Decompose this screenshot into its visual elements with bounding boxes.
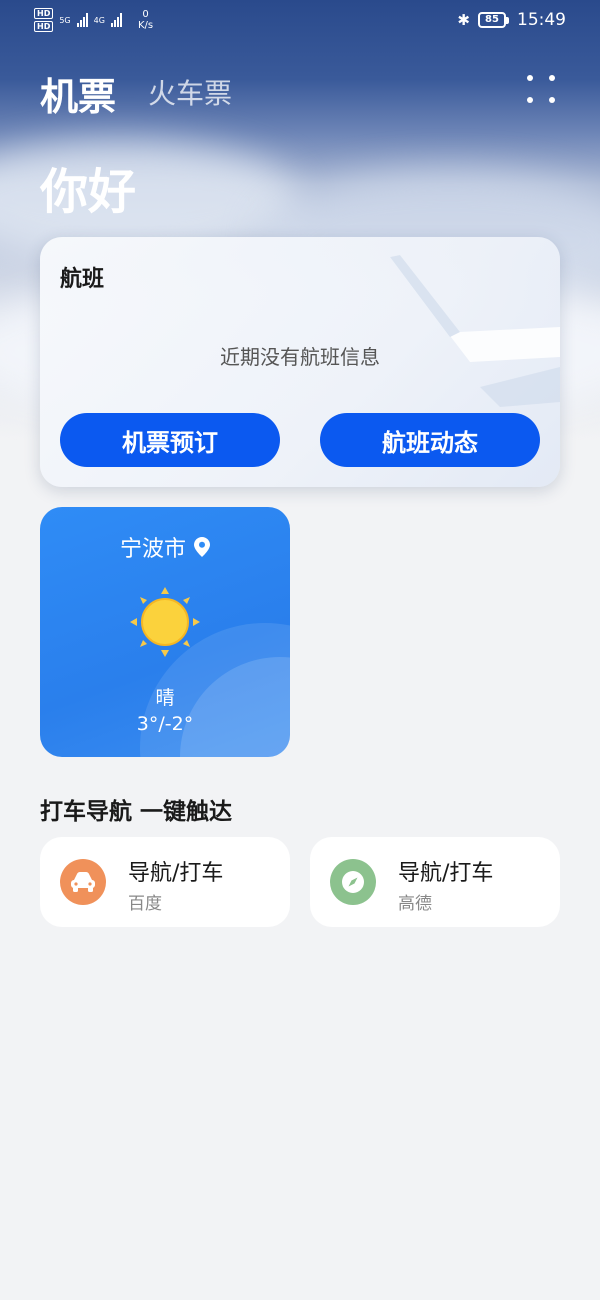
flight-status-button[interactable]: 航班动态: [320, 413, 540, 467]
speed-value: 0: [142, 9, 149, 20]
signal-icon: [76, 13, 88, 27]
status-bar: HD HD 5G 4G 0 K/s ✱ 85 15:49: [0, 0, 600, 44]
nav-provider: 高德: [398, 894, 432, 914]
network-type: 5G: [59, 15, 71, 25]
bluetooth-icon: ✱: [457, 11, 470, 29]
greeting: 你好: [40, 164, 137, 220]
signal-icon: [110, 13, 122, 27]
battery-icon: 85: [478, 12, 509, 28]
car-icon: [60, 859, 106, 905]
flight-card: 航班 近期没有航班信息 机票预订 航班动态: [40, 237, 560, 487]
status-left: HD HD 5G 4G 0 K/s: [34, 8, 153, 32]
weather-location: 宁波市: [40, 531, 290, 563]
network-speed: 0 K/s: [138, 9, 153, 31]
amap-nav-card[interactable]: 导航/打车 高德: [310, 837, 560, 927]
card-title: 航班: [60, 267, 105, 292]
hd-indicators: HD HD: [34, 8, 54, 32]
speed-unit: K/s: [137, 20, 154, 31]
section-title: 打车导航 一键触达: [40, 799, 233, 825]
city-name: 宁波市: [119, 537, 186, 562]
nav-provider: 百度: [128, 894, 162, 914]
baidu-nav-card[interactable]: 导航/打车 百度: [40, 837, 290, 927]
tab-trains[interactable]: 火车票: [148, 72, 232, 112]
status-right: ✱ 85 15:49: [457, 10, 566, 30]
compass-icon: [330, 859, 376, 905]
hd-badge: HD: [34, 8, 54, 19]
hd-badge: HD: [34, 21, 54, 32]
sun-icon: [130, 587, 200, 657]
clock: 15:49: [517, 10, 566, 30]
nav-label: 导航/打车: [398, 861, 494, 886]
weather-temperature: 3°/-2°: [136, 713, 194, 735]
empty-message: 近期没有航班信息: [220, 345, 380, 369]
nav-label: 导航/打车: [128, 861, 224, 886]
screen: HD HD 5G 4G 0 K/s ✱ 85 15:49 机票 火车票 你好 航…: [0, 0, 600, 1300]
tab-flights[interactable]: 机票: [40, 66, 116, 121]
airplane-icon: [390, 255, 560, 407]
more-icon[interactable]: [524, 72, 558, 106]
battery-level: 85: [478, 12, 506, 28]
network-type: 4G: [93, 15, 105, 25]
weather-card[interactable]: 宁波市 晴 3°/-2°: [40, 507, 290, 757]
book-flight-button[interactable]: 机票预订: [60, 413, 280, 467]
weather-condition: 晴: [155, 687, 175, 709]
location-pin-icon: [194, 537, 210, 557]
